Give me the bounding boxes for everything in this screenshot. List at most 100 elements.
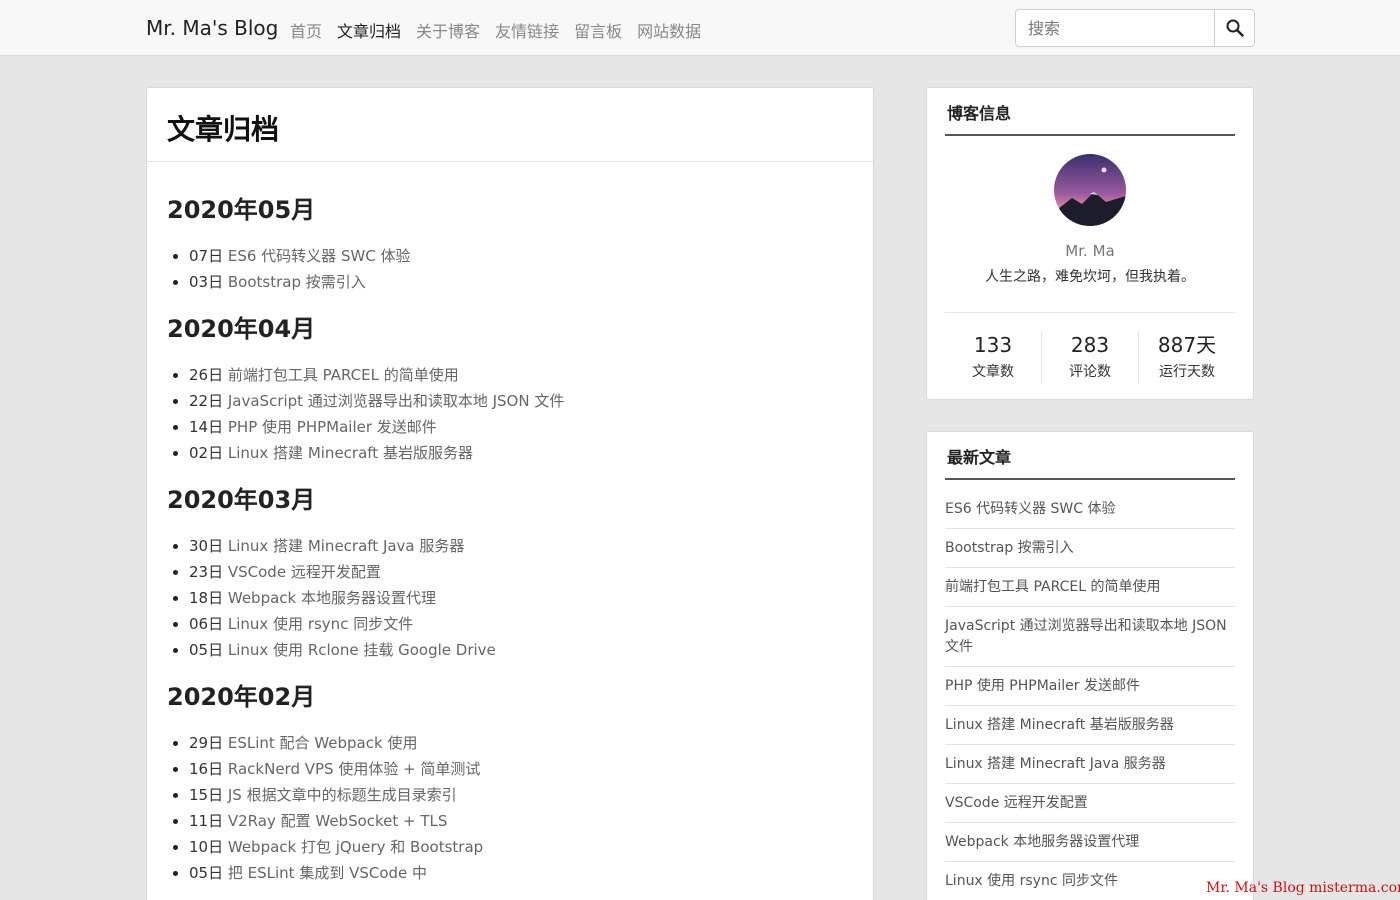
latest-post-link[interactable]: VSCode 远程开发配置 — [945, 784, 1235, 823]
post-link[interactable]: PHP 使用 PHPMailer 发送邮件 — [228, 418, 437, 436]
post-day: 16日 — [189, 760, 224, 778]
nav-link-stats[interactable]: 网站数据 — [637, 18, 701, 42]
post-link[interactable]: Webpack 打包 jQuery 和 Bootstrap — [228, 838, 483, 856]
month-block: 2020年04月 26日 前端打包工具 PARCEL 的简单使用 22日 JavaS… — [167, 309, 853, 466]
post-link[interactable]: Linux 搭建 Minecraft Java 服务器 — [228, 537, 465, 555]
latest-post-link[interactable]: Webpack 本地服务器设置代理 — [945, 823, 1235, 862]
post-day: 06日 — [189, 615, 224, 633]
latest-post-link[interactable]: 前端打包工具 PARCEL 的简单使用 — [945, 568, 1235, 607]
latest-posts-title: 最新文章 — [945, 432, 1235, 480]
post-day: 22日 — [189, 392, 224, 410]
archive-post-item: 02日 Linux 搭建 Minecraft 基岩版服务器 — [173, 440, 853, 466]
post-day: 30日 — [189, 537, 224, 555]
stat-value: 283 — [1070, 333, 1110, 357]
post-day: 26日 — [189, 366, 224, 384]
latest-post-link[interactable]: ES6 代码转义器 SWC 体验 — [945, 490, 1235, 529]
post-link[interactable]: 前端打包工具 PARCEL 的简单使用 — [228, 366, 459, 384]
latest-post-link[interactable]: Linux 使用 rsync 同步文件 — [945, 862, 1235, 900]
post-day: 03日 — [189, 273, 224, 291]
nav-link-friends[interactable]: 友情链接 — [495, 18, 559, 42]
post-link[interactable]: Linux 搭建 Minecraft 基岩版服务器 — [228, 444, 473, 462]
post-link[interactable]: Webpack 本地服务器设置代理 — [228, 589, 436, 607]
post-link[interactable]: JavaScript 通过浏览器导出和读取本地 JSON 文件 — [228, 392, 564, 410]
month-title: 2020年03月 — [167, 486, 316, 514]
archive-post-item: 05日 Linux 使用 Rclone 挂载 Google Drive — [173, 637, 853, 663]
latest-post-link[interactable]: JavaScript 通过浏览器导出和读取本地 JSON 文件 — [945, 607, 1235, 667]
post-link[interactable]: 把 ESLint 集成到 VSCode 中 — [228, 864, 427, 882]
archive-post-item: 10日 Webpack 打包 jQuery 和 Bootstrap — [173, 834, 853, 860]
archive-post-item: 06日 Linux 使用 rsync 同步文件 — [173, 611, 853, 637]
latest-post-link[interactable]: Linux 搭建 Minecraft 基岩版服务器 — [945, 706, 1235, 745]
month-block: 2020年05月 07日 ES6 代码转义器 SWC 体验 03日 Bootstra… — [167, 190, 853, 295]
latest-post-link[interactable]: Linux 搭建 Minecraft Java 服务器 — [945, 745, 1235, 784]
post-day: 29日 — [189, 734, 224, 752]
post-link[interactable]: Bootstrap 按需引入 — [228, 273, 366, 291]
archive-post-item: 05日 把 ESLint 集成到 VSCode 中 — [173, 860, 853, 886]
post-day: 23日 — [189, 563, 224, 581]
navbar: Mr. Ma's Blog 首页 文章归档 关于博客 友情链接 留言板 网站数据 — [0, 0, 1400, 56]
post-link[interactable]: VSCode 远程开发配置 — [228, 563, 381, 581]
search-input[interactable] — [1016, 10, 1214, 46]
stat-value: 887天 — [1157, 333, 1217, 357]
archive-post-item: 03日 Bootstrap 按需引入 — [173, 269, 853, 295]
post-link[interactable]: ES6 代码转义器 SWC 体验 — [228, 247, 411, 265]
nav-link-archive[interactable]: 文章归档 — [337, 18, 401, 42]
post-link[interactable]: V2Ray 配置 WebSocket + TLS — [228, 812, 448, 830]
info-divider — [945, 312, 1235, 313]
archive-post-item: 11日 V2Ray 配置 WebSocket + TLS — [173, 808, 853, 834]
archive-card: 文章归档 2020年05月 07日 ES6 代码转义器 SWC 体验 03日 Boo… — [146, 87, 874, 900]
archive-post-item: 07日 ES6 代码转义器 SWC 体验 — [173, 243, 853, 269]
search-button[interactable] — [1214, 10, 1254, 46]
post-link[interactable]: Linux 使用 rsync 同步文件 — [228, 615, 413, 633]
post-day: 05日 — [189, 864, 224, 882]
latest-posts-list: ES6 代码转义器 SWC 体验 Bootstrap 按需引入 前端打包工具 PAR… — [945, 490, 1235, 900]
latest-post-link[interactable]: PHP 使用 PHPMailer 发送邮件 — [945, 667, 1235, 706]
blog-stats: 133 文章数 283 评论数 887天 运行天数 — [945, 331, 1235, 383]
post-link[interactable]: JS 根据文章中的标题生成目录索引 — [228, 786, 457, 804]
post-list: 29日 ESLint 配合 Webpack 使用 16日 RackNerd VPS… — [167, 730, 853, 886]
archive-post-item: 22日 JavaScript 通过浏览器导出和读取本地 JSON 文件 — [173, 388, 853, 414]
post-day: 18日 — [189, 589, 224, 607]
archive-post-item: 18日 Webpack 本地服务器设置代理 — [173, 585, 853, 611]
archive-post-item: 14日 PHP 使用 PHPMailer 发送邮件 — [173, 414, 853, 440]
post-list: 26日 前端打包工具 PARCEL 的简单使用 22日 JavaScript 通过… — [167, 362, 853, 466]
nav-link-about[interactable]: 关于博客 — [416, 18, 480, 42]
search-icon — [1226, 19, 1244, 37]
latest-post-link[interactable]: Bootstrap 按需引入 — [945, 529, 1235, 568]
nav-link-guestbook[interactable]: 留言板 — [574, 18, 622, 42]
post-day: 07日 — [189, 247, 224, 265]
archive-post-item: 26日 前端打包工具 PARCEL 的简单使用 — [173, 362, 853, 388]
post-day: 10日 — [189, 838, 224, 856]
stat-value: 133 — [973, 333, 1013, 357]
month-block: 2020年02月 29日 ESLint 配合 Webpack 使用 16日 Rack… — [167, 677, 853, 886]
nav-link-home[interactable]: 首页 — [290, 18, 322, 42]
post-link[interactable]: RackNerd VPS 使用体验 + 简单测试 — [228, 760, 481, 778]
latest-posts-card: 最新文章 ES6 代码转义器 SWC 体验 Bootstrap 按需引入 前端打包工… — [926, 431, 1254, 900]
archive-post-item: 29日 ESLint 配合 Webpack 使用 — [173, 730, 853, 756]
month-title: 2020年02月 — [167, 683, 316, 711]
brand-link[interactable]: Mr. Ma's Blog — [146, 16, 278, 40]
archive-post-item: 30日 Linux 搭建 Minecraft Java 服务器 — [173, 533, 853, 559]
archive-body: 2020年05月 07日 ES6 代码转义器 SWC 体验 03日 Bootstra… — [147, 162, 873, 886]
post-link[interactable]: ESLint 配合 Webpack 使用 — [228, 734, 418, 752]
archive-post-item: 16日 RackNerd VPS 使用体验 + 简单测试 — [173, 756, 853, 782]
post-list: 30日 Linux 搭建 Minecraft Java 服务器 23日 VSCod… — [167, 533, 853, 663]
blog-info-title: 博客信息 — [945, 88, 1235, 136]
author-motto: 人生之路，难免坎坷，但我执着。 — [985, 269, 1195, 285]
month-title: 2020年05月 — [167, 196, 316, 224]
stat-posts: 133 文章数 — [945, 331, 1042, 383]
page-title: 文章归档 — [167, 113, 280, 146]
post-day: 14日 — [189, 418, 224, 436]
stat-uptime: 887天 运行天数 — [1139, 331, 1235, 383]
post-list: 07日 ES6 代码转义器 SWC 体验 03日 Bootstrap 按需引入 — [167, 243, 853, 295]
post-day: 11日 — [189, 812, 224, 830]
author-avatar — [1054, 154, 1126, 226]
post-link[interactable]: Linux 使用 Rclone 挂载 Google Drive — [228, 641, 496, 659]
stat-label: 评论数 — [1069, 364, 1111, 380]
author-name: Mr. Ma — [1065, 242, 1115, 260]
post-day: 05日 — [189, 641, 224, 659]
archive-post-item: 23日 VSCode 远程开发配置 — [173, 559, 853, 585]
month-block: 2020年03月 30日 Linux 搭建 Minecraft Java 服务器 2… — [167, 480, 853, 663]
month-title: 2020年04月 — [167, 315, 316, 343]
archive-header: 文章归档 — [147, 88, 873, 162]
